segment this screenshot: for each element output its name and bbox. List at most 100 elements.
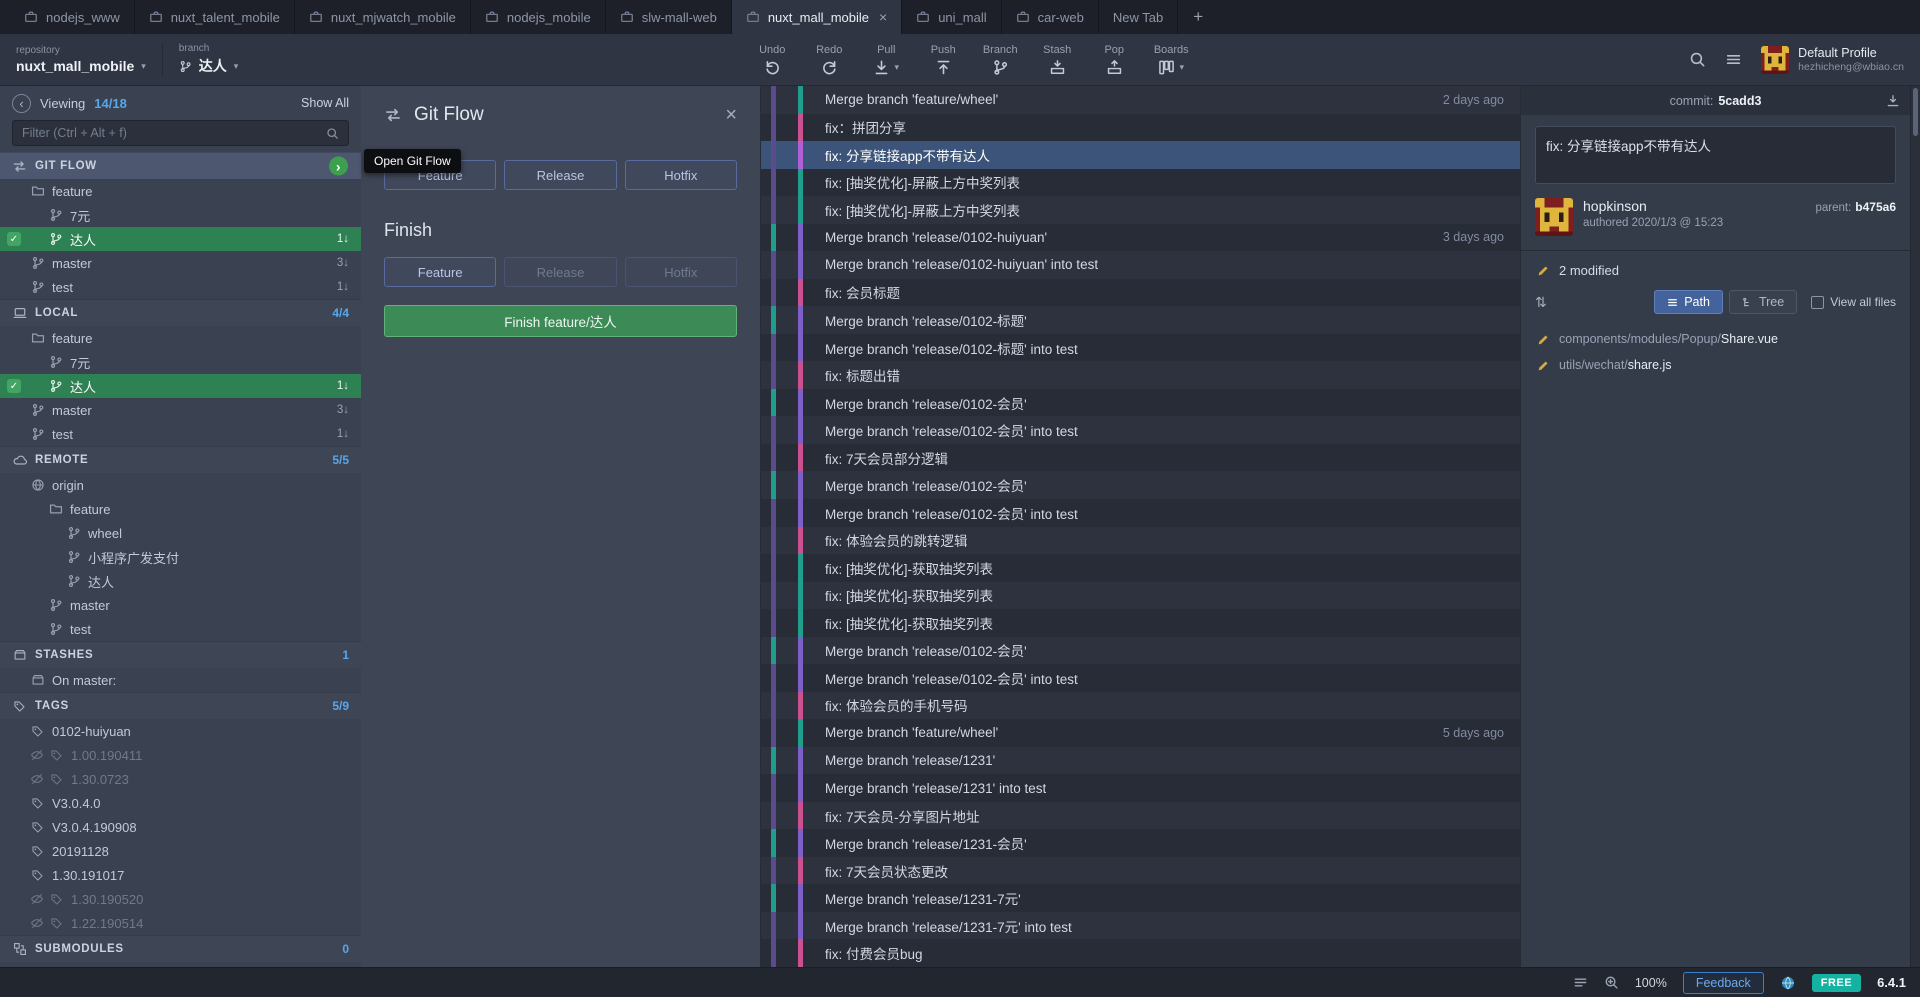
commit-row[interactable]: Merge branch 'release/0102-标题' into test xyxy=(761,333,1520,362)
filter-input[interactable] xyxy=(22,126,318,140)
branch-selector[interactable]: branch 达人 ▾ xyxy=(163,34,255,85)
sidebar-row[interactable]: ✓ On master: › xyxy=(0,668,361,692)
commit-row[interactable]: Merge branch 'release/1231' into test xyxy=(761,774,1520,802)
sidebar-row[interactable]: ✓ 7元 › xyxy=(0,350,361,374)
sidebar-row[interactable]: ✓ TAGS 5/9 › xyxy=(0,692,361,719)
commit-row[interactable]: Merge branch 'release/0102-会员' xyxy=(761,471,1520,499)
checkbox[interactable] xyxy=(1811,295,1825,309)
commit-row[interactable]: Merge branch 'release/1231' xyxy=(761,746,1520,775)
commit-row[interactable]: Merge branch 'feature/wheel' 5 days ago xyxy=(761,719,1520,747)
view-all-files-toggle[interactable]: View all files xyxy=(1811,295,1896,309)
repo-tab[interactable]: nodejs_mobile xyxy=(471,0,606,34)
sidebar-row[interactable]: ✓ 1.00.190411 › xyxy=(0,743,361,767)
branch-button[interactable]: Branch xyxy=(972,34,1029,85)
sidebar-row[interactable]: ✓ master 3↓ › xyxy=(0,251,361,275)
commit-row[interactable]: fix: 7天会员状态更改 xyxy=(761,856,1520,885)
sort-icon[interactable]: ⇅ xyxy=(1535,294,1547,311)
sidebar-row[interactable]: ✓ 小程序广发支付 › xyxy=(0,545,361,569)
sidebar-row[interactable]: ✓ 1.30.190520 › xyxy=(0,887,361,911)
sidebar-row[interactable]: ✓ feature › xyxy=(0,497,361,521)
tree-view-button[interactable]: Tree xyxy=(1728,290,1798,314)
changed-file-row[interactable]: utils/wechat/share.js xyxy=(1521,352,1910,378)
commit-row[interactable]: Merge branch 'release/0102-huiyuan' into… xyxy=(761,251,1520,279)
repository-selector[interactable]: repository nuxt_mall_mobile ▾ xyxy=(0,34,162,85)
sidebar-row[interactable]: ✓ 1.22.190514 › xyxy=(0,911,361,935)
sidebar-row[interactable]: ✓ 1.30.0723 › xyxy=(0,767,361,791)
sidebar-row[interactable]: ✓ wheel › xyxy=(0,521,361,545)
commit-row[interactable]: Merge branch 'release/1231-会员' xyxy=(761,829,1520,857)
commit-row[interactable]: Merge branch 'release/1231-7元' into test xyxy=(761,911,1520,940)
commit-row[interactable]: Merge branch 'release/0102-huiyuan' 3 da… xyxy=(761,223,1520,252)
commit-row[interactable]: Merge branch 'release/0102-会员' xyxy=(761,636,1520,665)
collapse-sidebar-button[interactable]: ‹ xyxy=(12,93,31,113)
sidebar-row[interactable]: ✓ REMOTE 5/5 › xyxy=(0,446,361,473)
sidebar-row[interactable]: ✓ V3.0.4.0 › xyxy=(0,791,361,815)
commit-row[interactable]: fix: 会员标题 xyxy=(761,278,1520,307)
commit-row[interactable]: fix: [抽奖优化]-获取抽奖列表 xyxy=(761,609,1520,637)
commit-row[interactable]: fix: 体验会员的跳转逻辑 xyxy=(761,526,1520,555)
path-view-button[interactable]: Path xyxy=(1654,290,1723,314)
sidebar-row[interactable]: ✓ test 1↓ › xyxy=(0,275,361,299)
commit-row[interactable]: Merge branch 'release/0102-会员' into test xyxy=(761,664,1520,692)
sidebar-row[interactable]: ✓ feature › xyxy=(0,179,361,203)
repo-tab[interactable]: uni_mall xyxy=(902,0,1002,34)
commit-row[interactable]: fix: [抽奖优化]-获取抽奖列表 xyxy=(761,581,1520,610)
commit-row[interactable]: Merge branch 'feature/wheel' 2 days ago xyxy=(761,86,1520,114)
layout-icon[interactable] xyxy=(1573,975,1588,990)
changed-file-row[interactable]: components/modules/Popup/Share.vue xyxy=(1521,326,1910,352)
gitflow-button[interactable]: Feature xyxy=(384,257,497,287)
commit-row[interactable]: fix: 体验会员的手机号码 xyxy=(761,691,1520,720)
sidebar-row[interactable]: ✓ 20191128 › xyxy=(0,839,361,863)
feedback-button[interactable]: Feedback xyxy=(1682,971,1764,994)
finish-feature-button[interactable]: Finish feature/达人 xyxy=(384,305,737,337)
repo-tab[interactable]: New Tab xyxy=(1099,0,1179,34)
commit-row[interactable]: fix: 分享链接app不带有达人 xyxy=(761,141,1520,169)
commit-message-box[interactable]: fix: 分享链接app不带有达人 xyxy=(1535,126,1896,184)
gitflow-button[interactable]: Hotfix xyxy=(624,257,737,287)
repo-tab[interactable]: nuxt_talent_mobile xyxy=(135,0,295,34)
commit-row[interactable]: Merge branch 'release/0102-标题' xyxy=(761,306,1520,334)
sidebar-row[interactable]: ✓ 0102-huiyuan › xyxy=(0,719,361,743)
stash-button[interactable]: Stash xyxy=(1029,34,1086,85)
free-badge[interactable]: FREE xyxy=(1811,973,1862,992)
commit-row[interactable]: Merge branch 'release/1231-7元' xyxy=(761,884,1520,912)
commit-row[interactable]: fix: 付费会员bug xyxy=(761,939,1520,967)
chevron-down-icon[interactable]: ▾ xyxy=(894,62,899,73)
commit-row[interactable]: fix: [抽奖优化]-获取抽奖列表 xyxy=(761,554,1520,582)
sidebar-row[interactable]: ✓ SUBMODULES 0 › xyxy=(0,935,361,962)
menu-icon[interactable] xyxy=(1725,51,1742,68)
repo-tab[interactable]: nodejs_www xyxy=(10,0,135,34)
repo-tab[interactable]: nuxt_mjwatch_mobile xyxy=(295,0,471,34)
sidebar-row[interactable]: ✓ origin › xyxy=(0,473,361,497)
pull-button[interactable]: Pull ▾ xyxy=(858,34,915,85)
gitflow-button[interactable]: Hotfix xyxy=(624,160,737,190)
sidebar-row[interactable]: ✓ 1.30.191017 › xyxy=(0,863,361,887)
sidebar-row[interactable]: ✓ feature › xyxy=(0,326,361,350)
repo-tab[interactable]: nuxt_mall_mobile × xyxy=(731,0,903,34)
show-all-link[interactable]: Show All xyxy=(301,96,349,110)
scrollbar-thumb[interactable] xyxy=(1913,88,1918,136)
sidebar-row[interactable]: ✓ test 1↓ › xyxy=(0,422,361,446)
gitflow-button[interactable]: Release xyxy=(504,257,617,287)
commit-row[interactable]: fix: 7天会员-分享图片地址 xyxy=(761,801,1520,830)
redo-button[interactable]: Redo xyxy=(801,34,858,85)
commit-row[interactable]: fix: [抽奖优化]-屏蔽上方中奖列表 xyxy=(761,168,1520,197)
open-gitflow-button[interactable]: › xyxy=(329,156,348,176)
sidebar-row[interactable]: ✓ V3.0.4.190908 › xyxy=(0,815,361,839)
commit-row[interactable]: Merge branch 'release/0102-会员' xyxy=(761,388,1520,417)
sidebar-row[interactable]: ✓ test › xyxy=(0,617,361,641)
commit-row[interactable]: fix: [抽奖优化]-屏蔽上方中奖列表 xyxy=(761,196,1520,224)
sidebar-row[interactable]: ✓ STASHES 1 › xyxy=(0,641,361,668)
pop-button[interactable]: Pop xyxy=(1086,34,1143,85)
sidebar-row[interactable]: ✓ master › xyxy=(0,593,361,617)
commit-row[interactable]: fix：拼团分享 xyxy=(761,113,1520,142)
gitflow-button[interactable]: Release xyxy=(504,160,617,190)
globe-icon[interactable] xyxy=(1780,975,1796,991)
commit-row[interactable]: fix: 标题出错 xyxy=(761,361,1520,389)
sidebar-row[interactable]: ✓ 达人 › xyxy=(0,569,361,593)
close-icon[interactable]: × xyxy=(725,105,737,125)
download-icon[interactable] xyxy=(1886,94,1900,108)
commit-row[interactable]: Merge branch 'release/0102-会员' into test xyxy=(761,498,1520,527)
parent-commit[interactable]: parent: b475a6 xyxy=(1815,200,1896,214)
sidebar-row[interactable]: ✓ 达人 1↓ › xyxy=(0,374,361,398)
